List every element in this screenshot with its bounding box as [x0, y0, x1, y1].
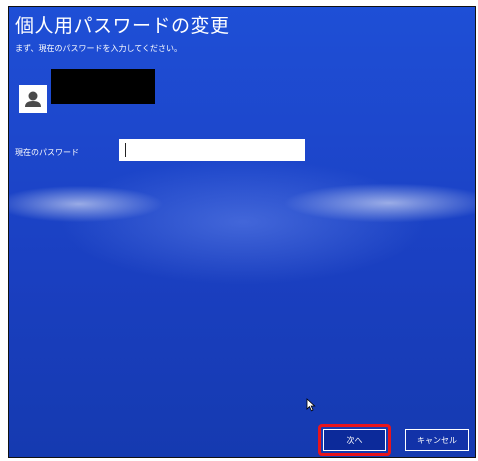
current-password-input[interactable] [119, 139, 305, 161]
next-button-label: 次へ [346, 435, 363, 445]
page-subtitle: まず、現在のパスワードを入力してください。 [15, 44, 182, 53]
cancel-button-label: キャンセル [417, 435, 457, 445]
text-caret [125, 143, 126, 157]
redacted-username [51, 69, 155, 104]
photo-frame: 個人用パスワードの変更 まず、現在のパスワードを入力してください。 現在のパスワ… [0, 0, 478, 461]
page-title: 個人用パスワードの変更 [15, 15, 230, 37]
cancel-button[interactable]: キャンセル [405, 429, 469, 451]
next-button[interactable]: 次へ [323, 429, 386, 451]
user-icon [19, 85, 47, 113]
mouse-pointer-icon [306, 397, 316, 416]
password-change-screen: 個人用パスワードの変更 まず、現在のパスワードを入力してください。 現在のパスワ… [8, 6, 476, 458]
current-password-label: 現在のパスワード [15, 148, 79, 157]
